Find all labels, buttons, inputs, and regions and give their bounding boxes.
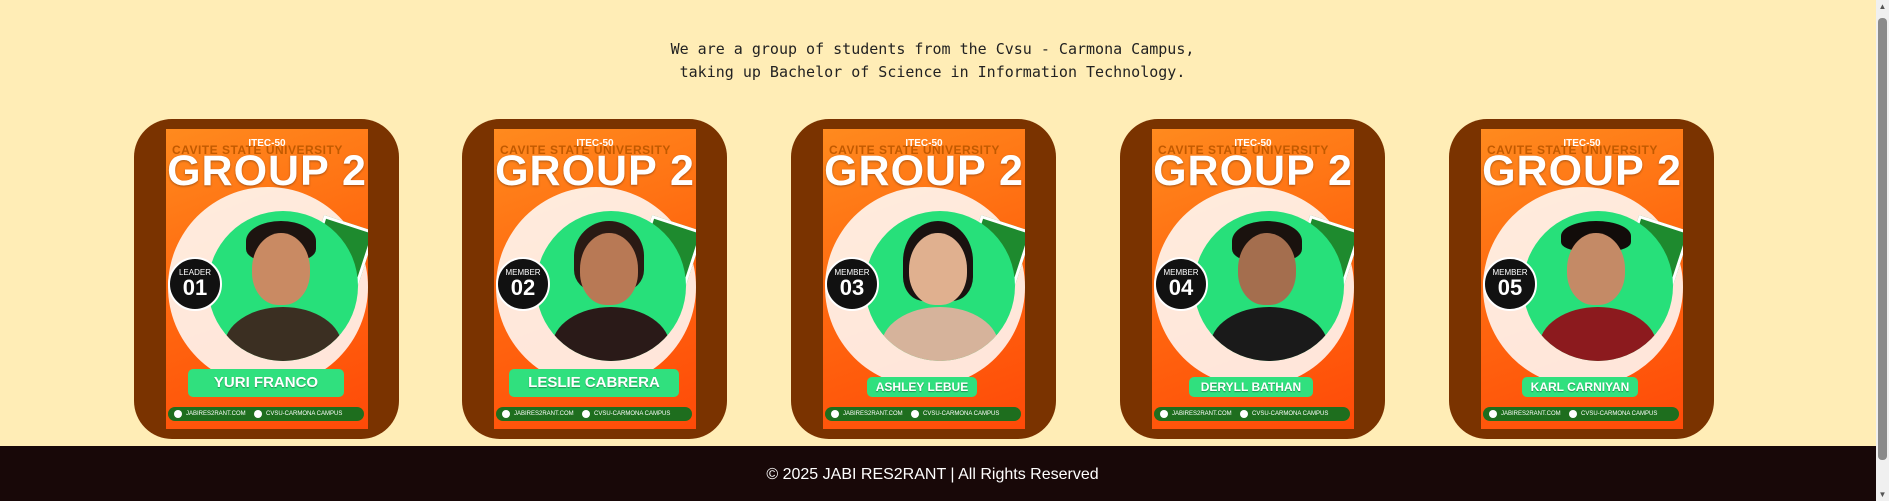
member-number-badge: MEMBER 04 bbox=[1154, 257, 1208, 311]
member-number-badge: MEMBER 03 bbox=[825, 257, 879, 311]
member-card[interactable]: CAVITE STATE UNIVERSITY ITEC-50 GROUP 2 … bbox=[791, 119, 1056, 439]
globe-icon bbox=[1160, 410, 1168, 418]
member-card[interactable]: CAVITE STATE UNIVERSITY ITEC-50 GROUP 2 … bbox=[1449, 119, 1714, 439]
contact-email: JABIRES2RANT.COM bbox=[1501, 411, 1561, 417]
contact-email: JABIRES2RANT.COM bbox=[514, 411, 574, 417]
contact-bar: JABIRES2RANT.COM CVSU-CARMONA CAMPUS bbox=[168, 407, 364, 421]
member-name: YURI FRANCO bbox=[188, 369, 344, 397]
scrollbar-thumb[interactable] bbox=[1878, 18, 1887, 460]
member-photo bbox=[536, 211, 686, 361]
contact-campus: CVSU-CARMONA CAMPUS bbox=[1252, 411, 1329, 417]
member-number: 05 bbox=[1497, 275, 1523, 300]
member-number: 01 bbox=[182, 275, 208, 300]
intro-line-2: taking up Bachelor of Science in Informa… bbox=[679, 63, 1186, 81]
vertical-scrollbar[interactable]: ▲ ▼ bbox=[1876, 0, 1889, 501]
globe-icon bbox=[831, 410, 839, 418]
contact-campus: CVSU-CARMONA CAMPUS bbox=[1581, 411, 1658, 417]
photo-head bbox=[252, 233, 310, 305]
page-footer: © 2025 JABI RES2RANT | All Rights Reserv… bbox=[0, 446, 1889, 501]
photo-body bbox=[1210, 307, 1328, 361]
member-name: DERYLL BATHAN bbox=[1189, 377, 1313, 397]
group-title: GROUP 2 bbox=[167, 147, 367, 195]
member-number: 04 bbox=[1168, 275, 1194, 300]
member-poster: CAVITE STATE UNIVERSITY ITEC-50 GROUP 2 … bbox=[1152, 129, 1354, 429]
contact-campus: CVSU-CARMONA CAMPUS bbox=[923, 411, 1000, 417]
globe-icon bbox=[502, 410, 510, 418]
member-name: LESLIE CABRERA bbox=[509, 369, 679, 397]
scroll-up-arrow-icon[interactable]: ▲ bbox=[1878, 2, 1887, 11]
location-icon bbox=[254, 410, 262, 418]
contact-campus: CVSU-CARMONA CAMPUS bbox=[266, 411, 343, 417]
group-title: GROUP 2 bbox=[1153, 147, 1353, 195]
globe-icon bbox=[1489, 410, 1497, 418]
location-icon bbox=[1569, 410, 1577, 418]
member-number-badge: MEMBER 05 bbox=[1483, 257, 1537, 311]
member-number-badge: LEADER 01 bbox=[168, 257, 222, 311]
location-icon bbox=[582, 410, 590, 418]
member-photo bbox=[1523, 211, 1673, 361]
photo-body bbox=[224, 307, 342, 361]
intro-line-1: We are a group of students from the Cvsu… bbox=[670, 40, 1195, 58]
photo-head bbox=[580, 233, 638, 305]
group-title: GROUP 2 bbox=[824, 147, 1024, 195]
globe-icon bbox=[174, 410, 182, 418]
contact-bar: JABIRES2RANT.COM CVSU-CARMONA CAMPUS bbox=[1483, 407, 1679, 421]
member-card[interactable]: CAVITE STATE UNIVERSITY ITEC-50 GROUP 2 … bbox=[462, 119, 727, 439]
contact-bar: JABIRES2RANT.COM CVSU-CARMONA CAMPUS bbox=[825, 407, 1021, 421]
member-poster: CAVITE STATE UNIVERSITY ITEC-50 GROUP 2 … bbox=[1481, 129, 1683, 429]
contact-campus: CVSU-CARMONA CAMPUS bbox=[594, 411, 671, 417]
photo-body bbox=[881, 307, 999, 361]
member-cards: CAVITE STATE UNIVERSITY ITEC-50 GROUP 2 … bbox=[0, 119, 1865, 439]
member-poster: CAVITE STATE UNIVERSITY ITEC-50 GROUP 2 … bbox=[494, 129, 696, 429]
member-poster: CAVITE STATE UNIVERSITY ITEC-50 GROUP 2 … bbox=[823, 129, 1025, 429]
member-photo bbox=[1194, 211, 1344, 361]
member-name: ASHLEY LEBUE bbox=[867, 377, 977, 397]
member-card[interactable]: CAVITE STATE UNIVERSITY ITEC-50 GROUP 2 … bbox=[1120, 119, 1385, 439]
photo-body bbox=[1539, 307, 1657, 361]
group-title: GROUP 2 bbox=[1482, 147, 1682, 195]
photo-head bbox=[1567, 233, 1625, 305]
location-icon bbox=[911, 410, 919, 418]
member-poster: CAVITE STATE UNIVERSITY ITEC-50 GROUP 2 … bbox=[166, 129, 368, 429]
copyright-text: © 2025 JABI RES2RANT | All Rights Reserv… bbox=[766, 466, 1099, 483]
location-icon bbox=[1240, 410, 1248, 418]
photo-body bbox=[552, 307, 670, 361]
contact-bar: JABIRES2RANT.COM CVSU-CARMONA CAMPUS bbox=[1154, 407, 1350, 421]
contact-bar: JABIRES2RANT.COM CVSU-CARMONA CAMPUS bbox=[496, 407, 692, 421]
member-photo bbox=[865, 211, 1015, 361]
contact-email: JABIRES2RANT.COM bbox=[186, 411, 246, 417]
photo-head bbox=[1238, 233, 1296, 305]
contact-email: JABIRES2RANT.COM bbox=[1172, 411, 1232, 417]
intro-text: We are a group of students from the Cvsu… bbox=[0, 38, 1865, 84]
member-number: 03 bbox=[839, 275, 865, 300]
scroll-down-arrow-icon[interactable]: ▼ bbox=[1878, 490, 1887, 499]
photo-head bbox=[909, 233, 967, 305]
member-name: KARL CARNIYAN bbox=[1522, 377, 1638, 397]
contact-email: JABIRES2RANT.COM bbox=[843, 411, 903, 417]
member-card[interactable]: CAVITE STATE UNIVERSITY ITEC-50 GROUP 2 … bbox=[134, 119, 399, 439]
member-photo bbox=[208, 211, 358, 361]
group-title: GROUP 2 bbox=[495, 147, 695, 195]
member-number: 02 bbox=[510, 275, 536, 300]
member-number-badge: MEMBER 02 bbox=[496, 257, 550, 311]
